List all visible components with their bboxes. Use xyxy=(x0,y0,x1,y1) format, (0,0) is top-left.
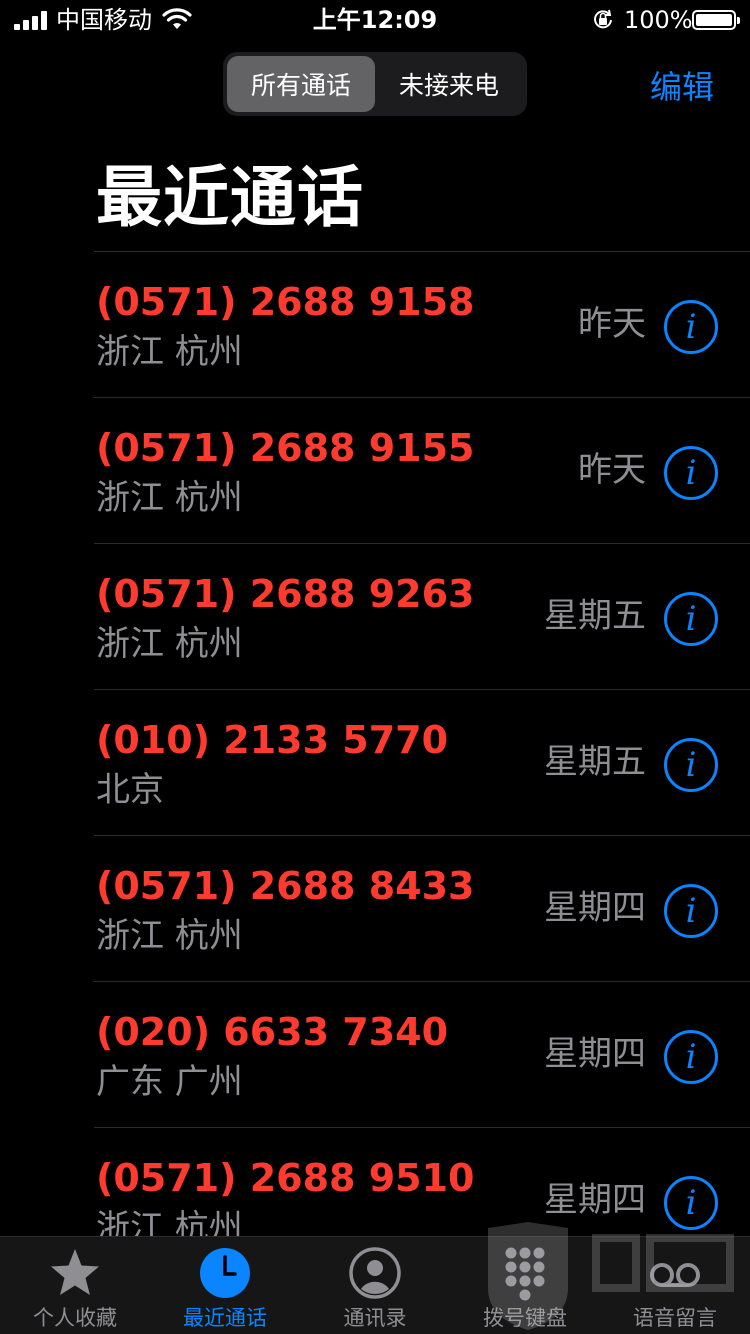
tab-recents[interactable]: 最近通话 xyxy=(150,1237,300,1334)
status-bar: 中国移动 上午12:09 100% xyxy=(0,0,750,40)
orientation-lock-icon xyxy=(594,9,612,29)
call-date: 星期四 xyxy=(544,888,646,928)
call-number: (010) 2133 5770 xyxy=(96,718,449,762)
tab-keypad[interactable]: 拨号键盘 xyxy=(450,1237,600,1334)
call-row[interactable]: (0571) 2688 9155 浙江 杭州 昨天 i xyxy=(94,397,750,543)
info-icon[interactable]: i xyxy=(664,1030,718,1084)
tab-bar: 个人收藏 最近通话 通讯录 拨号键盘 语音留言 xyxy=(0,1236,750,1334)
call-number: (0571) 2688 9510 xyxy=(96,1156,475,1200)
voicemail-icon xyxy=(650,1263,700,1287)
keypad-icon xyxy=(505,1247,545,1301)
battery-icon xyxy=(692,10,740,30)
call-row[interactable]: (0571) 2688 9263 浙江 杭州 星期五 i xyxy=(94,543,750,689)
call-location: 浙江 杭州 xyxy=(96,916,243,956)
tab-favorites[interactable]: 个人收藏 xyxy=(0,1237,150,1334)
info-icon[interactable]: i xyxy=(664,300,718,354)
call-date: 星期四 xyxy=(544,1034,646,1074)
tab-voicemail-label: 语音留言 xyxy=(633,1306,717,1330)
edit-button[interactable]: 编辑 xyxy=(650,62,714,108)
call-location: 北京 xyxy=(96,770,164,810)
call-date: 星期五 xyxy=(544,742,646,782)
segment-missed-calls[interactable]: 未接来电 xyxy=(375,56,523,112)
tab-favorites-label: 个人收藏 xyxy=(33,1306,117,1330)
info-icon[interactable]: i xyxy=(664,884,718,938)
call-row[interactable]: (020) 6633 7340 广东 广州 星期四 i xyxy=(94,981,750,1127)
call-row[interactable]: (010) 2133 5770 北京 星期五 i xyxy=(94,689,750,835)
page-title: 最近通话 xyxy=(96,159,364,236)
call-date: 星期四 xyxy=(544,1180,646,1220)
call-row[interactable]: (0571) 2688 8433 浙江 杭州 星期四 i xyxy=(94,835,750,981)
call-number: (0571) 2688 9158 xyxy=(96,280,475,324)
battery-percentage: 100% xyxy=(624,6,693,34)
star-icon xyxy=(51,1249,99,1295)
segment-all-calls[interactable]: 所有通话 xyxy=(227,56,375,112)
tab-contacts-label: 通讯录 xyxy=(343,1306,407,1330)
call-date: 昨天 xyxy=(578,450,646,490)
call-location: 浙江 杭州 xyxy=(96,478,243,518)
call-location: 浙江 杭州 xyxy=(96,624,243,664)
clock-icon xyxy=(200,1248,250,1298)
tab-recents-label: 最近通话 xyxy=(183,1306,267,1330)
call-location: 广东 广州 xyxy=(96,1062,243,1102)
call-number: (0571) 2688 9155 xyxy=(96,426,475,470)
recent-calls-list: (0571) 2688 9158 浙江 杭州 昨天 i (0571) 2688 … xyxy=(94,251,750,1273)
info-icon[interactable]: i xyxy=(664,1176,718,1230)
call-number: (0571) 2688 8433 xyxy=(96,864,475,908)
call-location: 浙江 杭州 xyxy=(96,332,243,372)
info-icon[interactable]: i xyxy=(664,446,718,500)
tab-keypad-label: 拨号键盘 xyxy=(483,1306,567,1330)
tab-voicemail[interactable]: 语音留言 xyxy=(600,1237,750,1334)
call-date: 星期五 xyxy=(544,596,646,636)
tab-contacts[interactable]: 通讯录 xyxy=(300,1237,450,1334)
call-number: (020) 6633 7340 xyxy=(96,1010,449,1054)
info-icon[interactable]: i xyxy=(664,592,718,646)
call-row[interactable]: (0571) 2688 9158 浙江 杭州 昨天 i xyxy=(94,251,750,397)
person-circle-icon xyxy=(349,1247,401,1299)
call-number: (0571) 2688 9263 xyxy=(96,572,475,616)
call-filter-segmented-control: 所有通话 未接来电 xyxy=(223,52,527,116)
call-date: 昨天 xyxy=(578,304,646,344)
info-icon[interactable]: i xyxy=(664,738,718,792)
